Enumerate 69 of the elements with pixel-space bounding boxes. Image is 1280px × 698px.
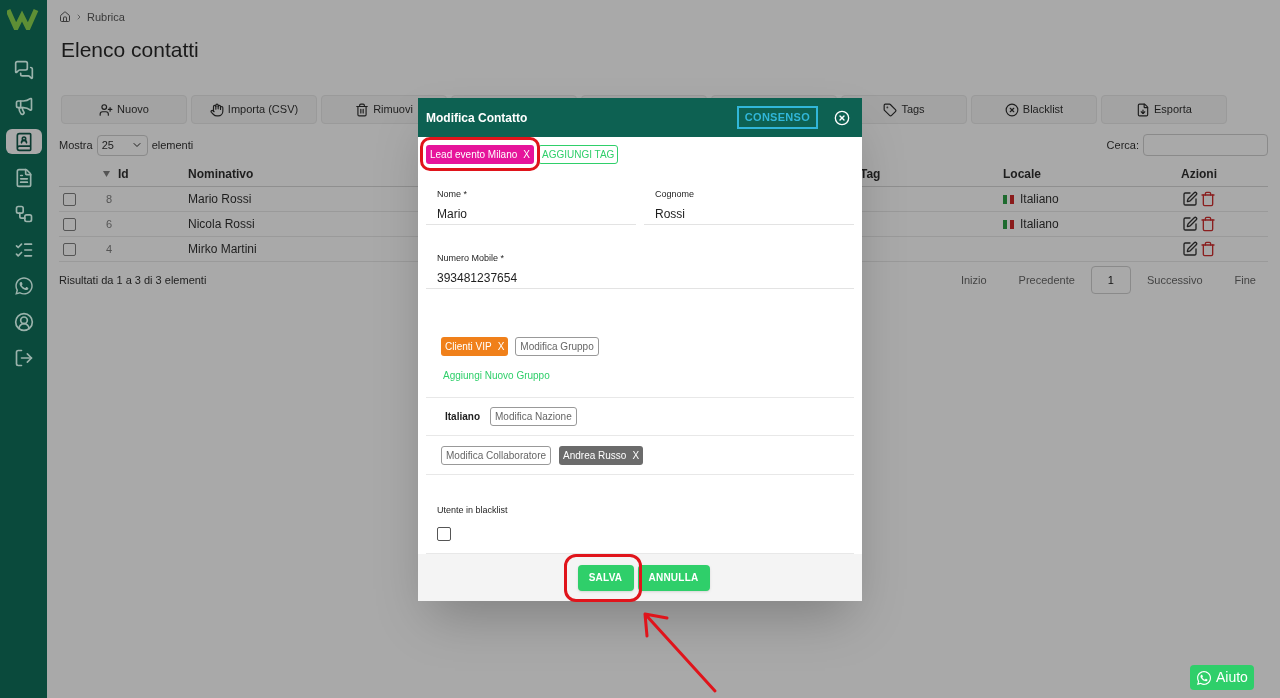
toolbar-button[interactable]: Nuovo	[61, 95, 187, 124]
chat-icon	[13, 59, 34, 80]
pagination-link[interactable]: Precedente	[1002, 266, 1091, 294]
user-icon	[13, 311, 34, 332]
pagination-link[interactable]: Inizio	[944, 266, 1003, 294]
whatsapp-icon	[1196, 669, 1212, 686]
export-icon	[1136, 102, 1151, 117]
breadcrumb-link[interactable]: Rubrica	[87, 9, 125, 26]
table-cell-text: Italiano	[1020, 191, 1059, 208]
blacklist-checkbox[interactable]	[437, 526, 451, 541]
nation-label: Italiano	[445, 410, 480, 425]
edit-icon[interactable]	[1182, 191, 1198, 207]
table-cell: 4	[106, 243, 113, 255]
text-field[interactable]: Nome * Mario	[426, 188, 636, 226]
table-cell: Mario Rossi	[188, 192, 252, 206]
column-header[interactable]: Locale	[1000, 165, 1130, 183]
results-summary: Risultati da 1 a 3 di 3 elementi	[59, 272, 207, 288]
pagination-link[interactable]: Fine	[1218, 266, 1272, 294]
logo-icon	[6, 8, 41, 30]
toolbar-button[interactable]: Importa (CSV)	[191, 95, 317, 124]
edit-group-button[interactable]: Modifica Gruppo	[515, 337, 599, 357]
edit-collaborator-button[interactable]: Modifica Collaboratore	[441, 445, 552, 465]
table-cell-text: Italiano	[1020, 216, 1059, 233]
collaborator-chip[interactable]: Andrea Russo X	[559, 445, 644, 465]
flag-icon	[1003, 219, 1014, 229]
delete-icon[interactable]	[1200, 241, 1216, 257]
sort-icon[interactable]	[103, 171, 110, 177]
trash-icon	[355, 102, 370, 117]
text-field[interactable]: Numero Mobile * 393481237654	[426, 252, 854, 290]
delete-icon[interactable]	[1200, 191, 1216, 207]
megaphone-icon	[13, 95, 34, 116]
page-size-select[interactable]: 25	[96, 134, 148, 156]
show-label: Mostra	[59, 137, 93, 153]
x-circle-icon	[1004, 102, 1019, 117]
blacklist-label: Utente in blacklist	[437, 504, 509, 518]
table-cell: Nicola Rossi	[188, 217, 255, 231]
edit-icon[interactable]	[1182, 216, 1198, 232]
home-icon[interactable]	[59, 11, 71, 24]
search-field[interactable]	[1143, 134, 1268, 156]
table-cell: 6	[106, 218, 113, 230]
text-field[interactable]: Cognome Rossi	[644, 188, 854, 226]
pagination-link[interactable]: 1	[1090, 266, 1131, 294]
toolbar-button[interactable]: Blacklist	[971, 95, 1097, 124]
toolbar-button[interactable]: Esporta	[1101, 95, 1227, 124]
tag-chip[interactable]: Lead evento Milano X	[426, 145, 534, 165]
edit-nation-button[interactable]: Modifica Nazione	[490, 407, 577, 427]
column-header[interactable]: Id	[118, 165, 129, 183]
edit-icon[interactable]	[1182, 241, 1198, 257]
pagination-link[interactable]: Successivo	[1130, 266, 1219, 294]
whatsapp-icon	[13, 275, 34, 296]
row-checkbox[interactable]	[63, 217, 76, 231]
user-plus-icon	[99, 102, 114, 117]
row-checkbox[interactable]	[63, 242, 76, 256]
close-icon[interactable]	[834, 109, 850, 126]
chevron-icon	[75, 13, 83, 22]
column-header: Azioni	[1180, 166, 1218, 183]
page-title: Elenco contatti	[61, 36, 200, 63]
logout-icon	[13, 347, 34, 368]
table-cell: Mirko Martini	[188, 242, 257, 256]
flow-icon	[13, 203, 34, 224]
table-cell: 8	[106, 193, 113, 205]
hand-icon	[209, 102, 224, 117]
tag-icon	[883, 102, 898, 117]
flag-icon	[1003, 194, 1014, 204]
sidebar-item[interactable]	[5, 129, 42, 154]
show-suffix: elementi	[151, 137, 194, 153]
delete-icon[interactable]	[1200, 216, 1216, 232]
row-checkbox[interactable]	[63, 192, 76, 206]
search-label: Cerca:	[1106, 137, 1139, 153]
